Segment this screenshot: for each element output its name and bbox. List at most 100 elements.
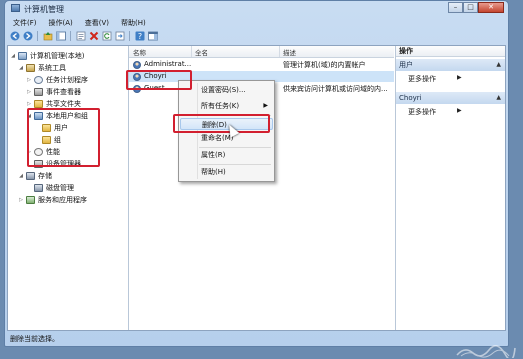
- menu-action[interactable]: 操作(A): [43, 18, 79, 28]
- column-name[interactable]: 名称: [133, 47, 146, 57]
- close-button[interactable]: ✕: [478, 2, 504, 13]
- action-more-actions[interactable]: 更多操作 ▶: [408, 74, 462, 84]
- menu-item-set-password[interactable]: 设置密码(S)...: [180, 84, 273, 96]
- expand-icon[interactable]: ▷: [26, 101, 32, 107]
- tree-item-groups[interactable]: 组: [42, 134, 61, 145]
- tree-item-label: 计算机管理(本地): [30, 51, 85, 60]
- menu-view[interactable]: 查看(V): [79, 18, 115, 28]
- list-row-administrator[interactable]: Administrat... 管理计算机(域)的内置帐户: [129, 59, 394, 70]
- tools-icon: [26, 63, 35, 72]
- shared-folder-icon: [34, 99, 43, 108]
- actions-pane: 操作 用户 ▲ 更多操作 ▶ Choyri ▲ 更多操作 ▶: [395, 46, 505, 330]
- tree-item-system-tools[interactable]: ◢ 系统工具: [18, 62, 66, 73]
- tree-item-users[interactable]: 用户: [42, 122, 68, 133]
- tree-item-label: 存储: [38, 171, 52, 180]
- tree-item-label: 组: [54, 135, 61, 144]
- tree-item-task-scheduler[interactable]: ▷ 任务计划程序: [26, 74, 88, 85]
- window-title: 计算机管理: [24, 5, 64, 14]
- collapse-icon[interactable]: ▲: [496, 59, 501, 71]
- computer-management-icon: [11, 4, 20, 12]
- menu-item-properties[interactable]: 属性(R): [180, 149, 273, 161]
- menu-file[interactable]: 文件(F): [7, 18, 43, 28]
- event-viewer-icon: [34, 87, 43, 96]
- svg-text:?: ?: [137, 32, 141, 41]
- export-icon[interactable]: [114, 31, 125, 42]
- collapse-icon[interactable]: ▲: [496, 92, 501, 104]
- row-name: Choyri: [144, 72, 167, 80]
- tree-item-label: 共享文件夹: [46, 99, 81, 108]
- computer-icon: [18, 51, 27, 60]
- tree-item-shared-folders[interactable]: ▷ 共享文件夹: [26, 98, 81, 109]
- tree-item-label: 任务计划程序: [46, 75, 88, 84]
- tree-item-label: 事件查看器: [46, 87, 81, 96]
- actions-header: 操作: [396, 46, 505, 57]
- menu-item-help[interactable]: 帮助(H): [180, 166, 273, 178]
- up-folder-icon[interactable]: [42, 31, 53, 42]
- folder-icon: [42, 123, 51, 132]
- forward-icon[interactable]: [22, 31, 33, 42]
- tree-item-label: 磁盘管理: [46, 183, 74, 192]
- watermark-logo: [456, 345, 516, 358]
- column-divider: [279, 46, 280, 57]
- menu-item-all-tasks[interactable]: 所有任务(K) ▶: [180, 100, 273, 112]
- submenu-arrow-icon: ▶: [263, 102, 268, 109]
- minimize-button[interactable]: –: [448, 2, 463, 13]
- menu-bar: 文件(F) 操作(A) 查看(V) 帮助(H): [7, 17, 506, 28]
- user-icon: [133, 85, 141, 93]
- toolbar-separator: [37, 31, 38, 41]
- collapse-icon[interactable]: ◢: [18, 173, 24, 179]
- menu-help[interactable]: 帮助(H): [115, 18, 152, 28]
- tree-item-label: 系统工具: [38, 63, 66, 72]
- column-description[interactable]: 描述: [283, 47, 296, 57]
- expand-icon[interactable]: ▷: [18, 197, 24, 203]
- action-more-actions[interactable]: 更多操作 ▶: [408, 107, 462, 117]
- properties-icon[interactable]: [75, 31, 86, 42]
- collapse-icon[interactable]: ◢: [18, 65, 24, 71]
- actions-section-users[interactable]: 用户 ▲: [396, 59, 505, 71]
- services-icon: [26, 195, 35, 204]
- tree-item-event-viewer[interactable]: ▷ 事件查看器: [26, 86, 81, 97]
- collapse-icon[interactable]: ◢: [10, 53, 16, 59]
- users-icon: [34, 111, 43, 120]
- back-icon[interactable]: [9, 31, 20, 42]
- maximize-button[interactable]: □: [463, 2, 478, 13]
- toolbar: ?: [7, 29, 506, 43]
- expand-icon[interactable]: ▷: [26, 149, 32, 155]
- folder-icon: [42, 135, 51, 144]
- tree-item-computer-management[interactable]: ◢ 计算机管理(本地): [10, 50, 84, 61]
- help-icon[interactable]: ?: [134, 31, 145, 42]
- menu-separator: [199, 164, 271, 165]
- show-hide-tree-icon[interactable]: [55, 31, 66, 42]
- tree-item-services-applications[interactable]: ▷ 服务和应用程序: [18, 194, 87, 205]
- performance-icon: [34, 147, 43, 156]
- submenu-arrow-icon: ▶: [457, 74, 462, 81]
- title-bar[interactable]: 计算机管理 – □ ✕: [5, 1, 508, 16]
- expand-icon[interactable]: ▷: [26, 77, 32, 83]
- row-description: 管理计算机(域)的内置帐户: [283, 61, 366, 69]
- collapse-icon[interactable]: ◢: [26, 113, 32, 119]
- row-name: Administrat...: [144, 60, 192, 68]
- device-manager-icon: [34, 159, 43, 168]
- section-title: Choyri: [399, 94, 422, 102]
- tree-item-label: 服务和应用程序: [38, 195, 87, 204]
- status-bar: 删除当前选择。: [10, 335, 59, 343]
- tree-item-performance[interactable]: ▷ 性能: [26, 146, 60, 157]
- menu-gutter: [197, 83, 198, 179]
- column-fullname[interactable]: 全名: [195, 47, 208, 57]
- tree-item-device-manager[interactable]: 设备管理器: [34, 158, 81, 169]
- actions-section-choyri[interactable]: Choyri ▲: [396, 92, 505, 104]
- delete-icon[interactable]: [88, 31, 99, 42]
- tree-item-storage[interactable]: ◢ 存储: [18, 170, 52, 181]
- tree-item-disk-management[interactable]: 磁盘管理: [34, 182, 74, 193]
- disk-icon: [34, 183, 43, 192]
- menu-item-rename[interactable]: 重命名(M): [180, 132, 273, 144]
- list-column-header: 名称 全名 描述: [129, 46, 394, 58]
- menu-separator: [199, 115, 271, 116]
- column-divider: [191, 46, 192, 57]
- tree-item-local-users-groups[interactable]: ◢ 本地用户和组: [26, 110, 88, 121]
- refresh-icon[interactable]: [101, 31, 112, 42]
- navigation-tree: ◢ 计算机管理(本地) ◢ 系统工具 ▷ 任务计划程序 ▷ 事件查看器 ▷ 共享…: [8, 46, 129, 330]
- tree-item-label: 用户: [54, 123, 68, 132]
- console-icon[interactable]: [147, 31, 158, 42]
- expand-icon[interactable]: ▷: [26, 89, 32, 95]
